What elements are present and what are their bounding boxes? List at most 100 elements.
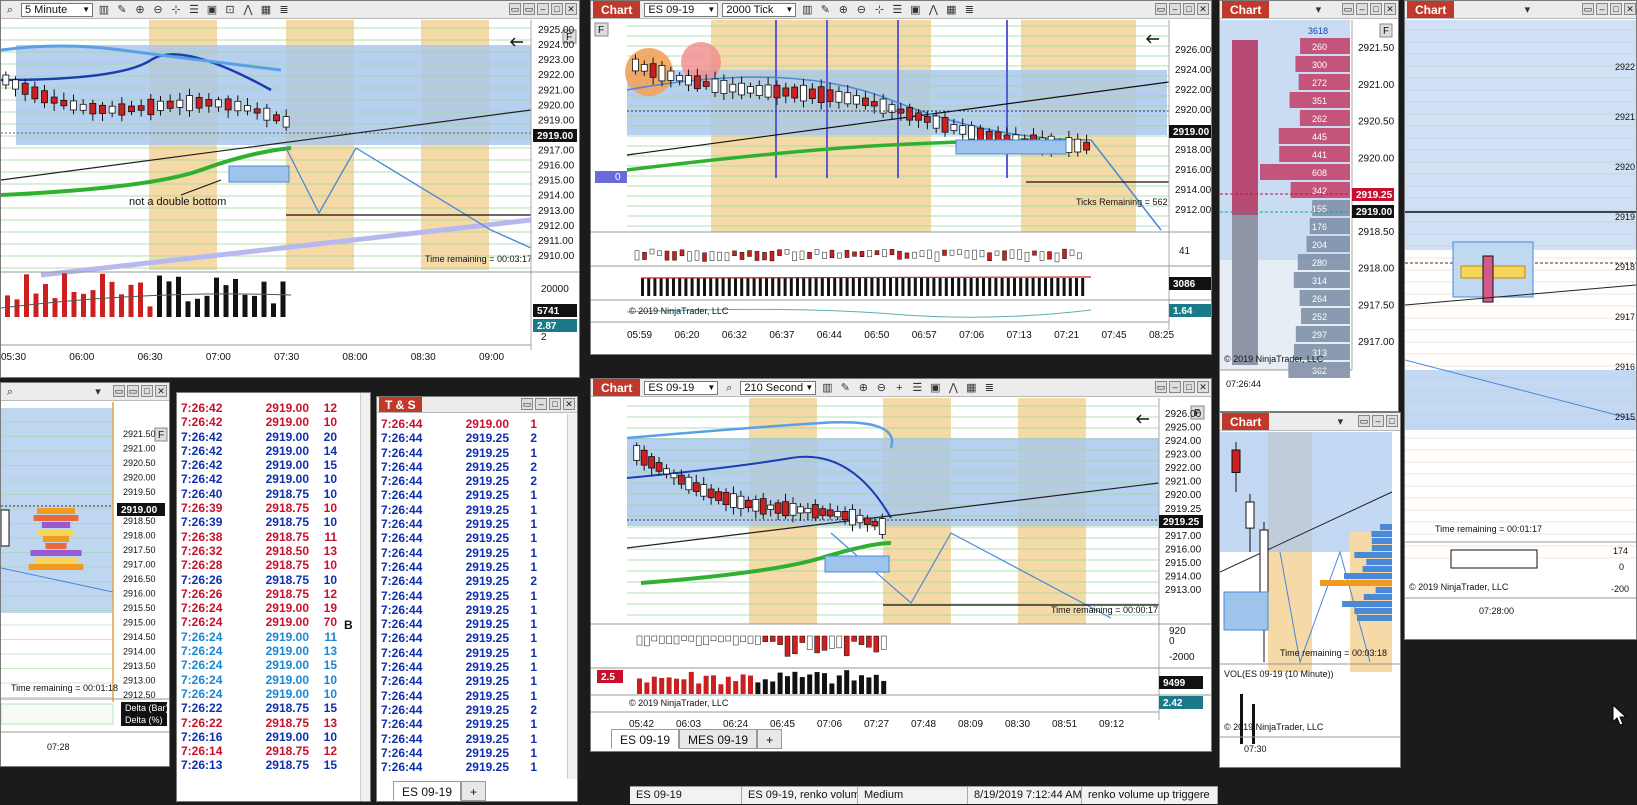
minimize-icon[interactable]: – [1169,381,1181,393]
list-icon[interactable]: ≣ [962,3,976,17]
tns-row[interactable]: 7:26:26 2918.75 10 [181,573,339,587]
tns-row[interactable]: 7:26:44 2919.25 1 [381,689,539,703]
tns-row[interactable]: 7:26:44 2919.25 2 [381,460,539,474]
tab-mes-09-19[interactable]: MES 09-19 [679,729,758,749]
tns-row[interactable]: 7:26:24 2919.00 15 [181,658,339,672]
chart-label[interactable]: Chart [1407,1,1455,18]
tns-row[interactable]: 7:26:16 2919.00 10 [181,730,339,744]
strategy-icon[interactable]: ⋀ [241,3,255,17]
tns-row[interactable]: 7:26:24 2919.00 70 [181,615,339,629]
status-instrument[interactable]: ES 09-19 [630,787,742,804]
tns-row[interactable]: 7:26:42 2919.00 20 [181,430,339,444]
tns-row[interactable]: 7:26:44 2919.25 1 [381,732,539,746]
chart-label[interactable]: Chart [1222,1,1270,18]
tns-row[interactable]: 7:26:42 2919.00 12 [181,401,339,415]
tns-row[interactable]: 7:26:44 2919.25 1 [381,546,539,560]
list-icon[interactable]: ≣ [982,381,996,395]
indicators-icon[interactable]: ▦ [964,381,978,395]
zoom-out-icon[interactable]: ⊖ [874,381,888,395]
tns-row[interactable]: 7:26:44 2919.25 2 [381,574,539,588]
tab-es-09-19[interactable]: ES 09-19 [393,781,462,801]
strategy-icon[interactable]: ⋀ [926,3,940,17]
window-tile-icon[interactable]: ▭ [1155,3,1167,15]
tns-row[interactable]: 7:26:44 2919.25 2 [381,703,539,717]
chart-label[interactable]: Chart [1222,413,1270,430]
tns-row[interactable]: 7:26:38 2918.75 11 [181,530,339,544]
maximize-icon[interactable]: □ [1386,415,1398,427]
search-icon[interactable]: ⌕ [3,385,17,399]
instrument-select[interactable]: ES 09-19 [644,2,719,17]
minimize-icon[interactable]: – [535,398,547,410]
tab-es-09-19[interactable]: ES 09-19 [611,729,680,749]
close-icon[interactable]: ✕ [1624,3,1636,15]
maximize-icon[interactable]: □ [551,3,563,15]
chart-label[interactable]: Chart [593,1,641,18]
maximize-icon[interactable]: □ [1183,381,1195,393]
tns-row[interactable]: 7:26:32 2918.50 13 [181,544,339,558]
crosshair-icon[interactable]: ⊹ [872,3,886,17]
tns-row[interactable]: 7:26:42 2919.00 10 [181,415,339,429]
snapshot-icon[interactable]: ▣ [205,3,219,17]
close-icon[interactable]: ✕ [1197,3,1209,15]
dropdown-icon[interactable]: ▾ [1520,3,1534,17]
tns-row[interactable]: 7:26:44 2919.25 1 [381,631,539,645]
tns-row[interactable]: 7:26:44 2919.25 1 [381,717,539,731]
tns-row[interactable]: 7:26:14 2918.75 12 [181,744,339,758]
status-priority[interactable]: Medium [858,787,968,804]
tns-row[interactable]: 7:26:24 2919.00 19 [181,601,339,615]
status-message[interactable]: ES 09-19, renko volume u [742,787,858,804]
close-icon[interactable]: ✕ [155,385,167,397]
tns-row[interactable]: 7:26:44 2919.00 1 [381,417,539,431]
list-icon[interactable]: ≣ [277,3,291,17]
close-icon[interactable]: ✕ [565,3,577,15]
dropdown-icon[interactable]: ▾ [1311,3,1325,17]
vertical-scrollbar[interactable] [567,414,577,779]
window-stack-icon[interactable]: ▭ [127,385,139,397]
tns-row[interactable]: 7:26:44 2919.25 1 [381,760,539,774]
snapshot-icon[interactable]: ▣ [908,3,922,17]
zoom-out-icon[interactable]: ⊖ [151,3,165,17]
tns-title[interactable]: T & S [379,397,422,412]
bar-type-icon[interactable]: ▥ [800,3,814,17]
tns-row[interactable]: 7:26:42 2919.00 14 [181,444,339,458]
minimize-icon[interactable]: – [1356,3,1368,15]
maximize-icon[interactable]: □ [141,385,153,397]
indicators-icon[interactable]: ▦ [944,3,958,17]
bar-type-icon[interactable]: ▥ [97,3,111,17]
properties-icon[interactable]: ☰ [910,381,924,395]
chart-area[interactable]: 260 300 272 351 262 445 441 608 342 155 176 204 280 3… [1220,20,1398,411]
tns-row[interactable]: 7:26:28 2918.75 10 [181,558,339,572]
tns-row[interactable]: 7:26:44 2919.25 1 [381,617,539,631]
tns-row[interactable]: 7:26:44 2919.25 1 [381,674,539,688]
status-alert[interactable]: renko volume up triggere [1082,787,1218,804]
draw-icon[interactable]: ✎ [838,381,852,395]
maximize-icon[interactable]: □ [549,398,561,410]
close-icon[interactable]: ✕ [1197,381,1209,393]
dropdown-icon[interactable]: ▾ [91,385,105,399]
window-tile-icon[interactable]: ▭ [1358,415,1370,427]
window-stack-icon[interactable]: ▭ [523,3,535,15]
search-icon[interactable]: ⌕ [3,3,17,17]
bar-type-icon[interactable]: ▥ [820,381,834,395]
chart-area[interactable]: Ticks Remaining = 562 F 0 2926.00 2924.00 292… [591,20,1211,354]
snapshot-icon[interactable]: ▣ [928,381,942,395]
close-icon[interactable]: ✕ [1384,3,1396,15]
minimize-icon[interactable]: – [1596,3,1608,15]
tns-row[interactable]: 7:26:24 2919.00 10 [181,687,339,701]
tns-row[interactable]: 7:26:22 2918.75 15 [181,701,339,715]
tns-row[interactable]: 7:26:42 2919.00 10 [181,472,339,486]
zoom-in-icon[interactable]: ⊕ [133,3,147,17]
properties-icon[interactable]: ☰ [187,3,201,17]
tns-row[interactable]: 7:26:44 2919.25 1 [381,603,539,617]
vertical-scrollbar[interactable] [360,393,370,801]
chart-area[interactable]: Time remaining = 00:01:17 © 2019 NinjaTra… [1405,20,1636,639]
maximize-icon[interactable]: □ [1370,3,1382,15]
search-icon[interactable]: ⌕ [722,381,736,395]
instrument-select[interactable]: ES 09-19 [644,380,719,395]
draw-icon[interactable]: ✎ [115,3,129,17]
crosshair-icon[interactable]: + [892,381,906,395]
minimize-icon[interactable]: – [537,3,549,15]
zoom-out-icon[interactable]: ⊖ [854,3,868,17]
tns-row[interactable]: 7:26:44 2919.25 1 [381,503,539,517]
close-icon[interactable]: ✕ [563,398,575,410]
